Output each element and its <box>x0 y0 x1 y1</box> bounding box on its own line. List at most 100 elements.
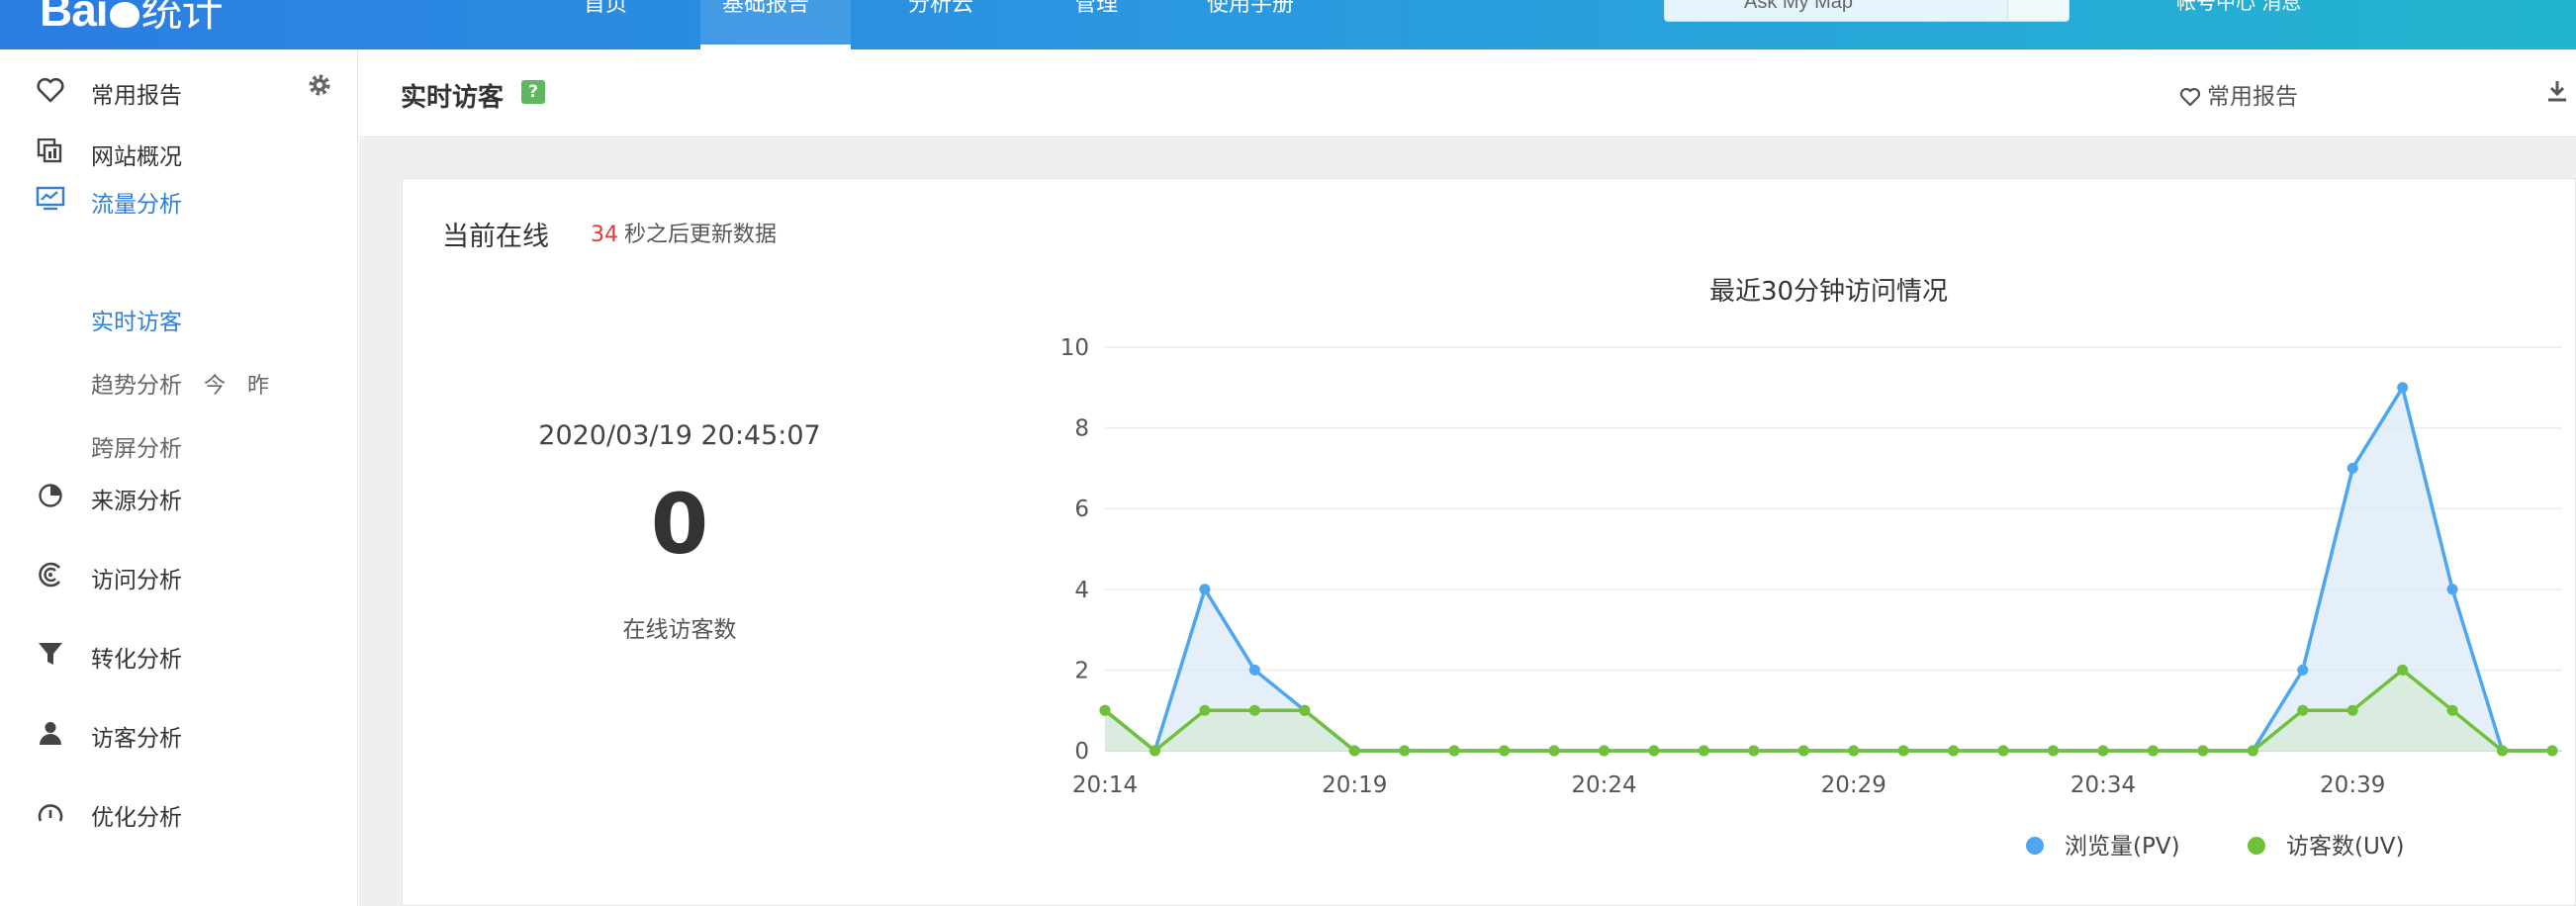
legend-marker <box>2248 837 2265 855</box>
data-point <box>1897 745 1909 757</box>
data-point <box>2446 584 2458 595</box>
nav-home[interactable]: 首页 <box>584 0 683 49</box>
data-point <box>2097 745 2109 757</box>
nav-home-label: 首页 <box>584 0 628 17</box>
data-point <box>2346 704 2358 716</box>
data-point <box>1299 704 1311 716</box>
fav-report-label: 常用报告 <box>2207 84 2298 110</box>
trend-label: 趋势分析 <box>91 373 182 399</box>
nav-manage-label: 管理 <box>1074 0 1119 17</box>
data-point <box>1598 745 1610 757</box>
sidebar-item-label: 来源分析 <box>91 489 182 514</box>
sidebar-item-visitor[interactable]: 访客分析 <box>0 708 358 756</box>
data-point <box>2197 745 2209 757</box>
data-point <box>1448 745 1460 757</box>
x-tick-label: 20:19 <box>1322 772 1387 798</box>
y-tick-label: 2 <box>1074 658 1089 683</box>
y-tick-label: 0 <box>1074 739 1089 765</box>
heart-icon <box>37 77 64 103</box>
sidebar-item-label: 访客分析 <box>91 726 182 752</box>
y-tick-label: 4 <box>1074 578 1089 603</box>
monitor-chart-icon <box>36 186 65 211</box>
top-right-links[interactable]: 帐号中心 消息 <box>2176 0 2301 22</box>
sidebar-item-conversion[interactable]: 转化分析 <box>0 629 358 677</box>
funnel-icon <box>39 643 62 665</box>
data-point <box>1948 745 1960 757</box>
help-icon[interactable]: ? <box>521 80 545 104</box>
nav-analysis-cloud-label: 分析云 <box>908 0 974 17</box>
x-tick-label: 20:39 <box>2320 772 2385 798</box>
data-point <box>2297 664 2309 676</box>
trend-today-link[interactable]: 今 <box>204 374 226 399</box>
download-icon[interactable] <box>2545 79 2569 103</box>
data-point <box>1399 745 1411 757</box>
data-point <box>2346 462 2358 474</box>
nav-basic-reports[interactable]: 基础报告 <box>700 0 851 49</box>
sidebar-item-label: 访问分析 <box>91 568 182 593</box>
nav-manage[interactable]: 管理 <box>1074 0 1163 49</box>
sidebar-item-label: 流量分析 <box>91 192 182 218</box>
data-point <box>2048 745 2060 757</box>
y-tick-label: 8 <box>1074 416 1089 442</box>
page-header: 实时访客 ? 常用报告 <box>359 49 2576 137</box>
sidebar: 常用报告 网站概况 流量分析 实时访客 趋势分析今昨 跨屏分析 来源分析 访问分… <box>0 49 358 906</box>
data-point <box>1698 745 1709 757</box>
x-tick-label: 20:24 <box>1571 772 1636 798</box>
sidebar-item-visit[interactable]: 访问分析 <box>0 550 358 597</box>
pie-chart-icon <box>39 484 62 507</box>
sidebar-item-label: 网站概况 <box>91 144 182 170</box>
x-tick-label: 20:29 <box>1821 772 1886 798</box>
data-point <box>1099 704 1111 716</box>
sidebar-item-overview[interactable]: 网站概况 <box>0 127 358 174</box>
y-tick-label: 10 <box>1060 335 1089 361</box>
nav-manual[interactable]: 使用手册 <box>1207 0 1335 49</box>
x-tick-label: 20:14 <box>1072 772 1138 798</box>
top-navigation-bar: Bai 统计 首页 基础报告 分析云 管理 使用手册 帐号中心 消息 <box>0 0 2576 49</box>
search-box <box>1664 0 2070 22</box>
user-icon <box>40 722 61 745</box>
data-point <box>2397 382 2409 394</box>
sidebar-item-source[interactable]: 来源分析 <box>0 471 358 518</box>
trend-yesterday-link[interactable]: 昨 <box>247 374 269 399</box>
sidebar-item-optimization[interactable]: 优化分析 <box>0 787 358 835</box>
overview-icon <box>37 138 62 163</box>
sidebar-subitem-realtime[interactable]: 实时访客 <box>91 303 182 336</box>
sidebar-item-traffic[interactable]: 流量分析 <box>0 174 358 222</box>
x-tick-label: 20:34 <box>2070 772 2136 798</box>
baidu-tongji-logo[interactable]: Bai 统计 <box>40 0 224 36</box>
chart-title: 最近30分钟访问情况 <box>1709 277 1948 307</box>
sidebar-item-label: 转化分析 <box>91 647 182 673</box>
data-point <box>1648 745 1660 757</box>
data-point <box>2546 745 2558 757</box>
data-point <box>1548 745 1560 757</box>
sidebar-subitem-cross-screen[interactable]: 跨屏分析 <box>91 429 182 463</box>
legend-label: 浏览量(PV) <box>2065 834 2180 860</box>
data-point <box>2397 664 2409 676</box>
sidebar-subitem-trend[interactable]: 趋势分析今昨 <box>91 366 269 400</box>
data-point <box>1848 745 1860 757</box>
heart-icon <box>2179 88 2201 107</box>
logo-cn-text: 统计 <box>140 0 224 36</box>
add-to-favorites-button[interactable]: 常用报告 <box>2179 77 2298 111</box>
sidebar-item-favorites[interactable]: 常用报告 <box>0 65 358 113</box>
data-point <box>1149 745 1160 757</box>
data-point <box>1199 584 1211 595</box>
data-point <box>1499 745 1511 757</box>
visits-chart: 最近30分钟访问情况 0 2 4 6 8 10 20:14 20:19 20:24 20:29 20:… <box>1060 277 2562 860</box>
legend-marker <box>2026 837 2044 855</box>
visit-arc-icon <box>39 562 61 588</box>
gear-icon[interactable] <box>307 72 332 98</box>
search-button[interactable] <box>2007 0 2069 21</box>
data-point <box>2147 745 2159 757</box>
realtime-card: 当前在线 34 秒之后更新数据 2020/03/19 20:45:07 0 在线访… <box>402 178 2576 906</box>
sidebar-item-label: 优化分析 <box>91 805 182 831</box>
logo-text: Bai <box>40 0 109 36</box>
gauge-icon <box>38 804 63 822</box>
nav-analysis-cloud[interactable]: 分析云 <box>908 0 1027 49</box>
data-point <box>1199 704 1211 716</box>
y-tick-label: 6 <box>1074 497 1089 522</box>
data-point <box>1997 745 2009 757</box>
data-point <box>2247 745 2258 757</box>
nav-manual-label: 使用手册 <box>1207 0 1295 17</box>
data-point <box>2446 704 2458 716</box>
